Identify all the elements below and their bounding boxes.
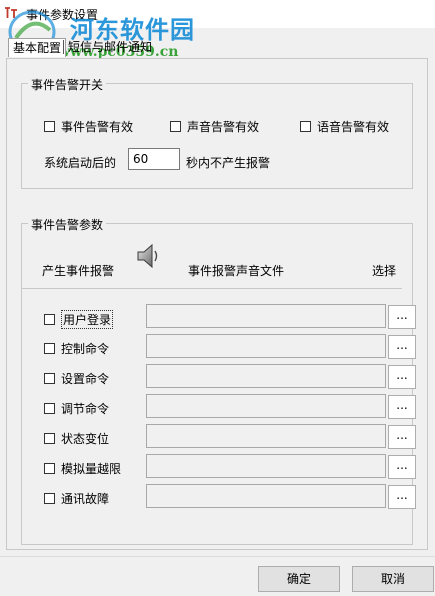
startup-suffix-label: 秒内不产生报警 xyxy=(186,156,271,170)
row-checkbox[interactable] xyxy=(44,373,55,384)
row-checkbox-wrap[interactable]: 状态变位 xyxy=(44,430,109,447)
alarm-switch-group-title: 事件告警开关 xyxy=(28,76,107,93)
row-label: 状态变位 xyxy=(61,432,110,446)
tab-separator xyxy=(63,40,64,54)
col-event-header: 产生事件报警 xyxy=(42,264,115,278)
row-checkbox-wrap[interactable]: 控制命令 xyxy=(44,340,109,357)
cancel-button[interactable]: 取消 xyxy=(352,566,434,592)
event-row-user-login: 用户登录 ... xyxy=(22,304,416,330)
row-checkbox[interactable] xyxy=(44,493,55,504)
row-checkbox-wrap[interactable]: 模拟量越限 xyxy=(44,460,121,477)
tab-sms-email[interactable]: 短信与邮件通知 xyxy=(66,38,168,56)
row-checkbox[interactable] xyxy=(44,314,55,325)
browse-button[interactable]: ... xyxy=(388,485,416,509)
alarm-switch-group: 事件告警开关 事件告警有效 声音告警有效 语音告警有效 系统启动后的 秒内不产生… xyxy=(21,76,413,189)
event-row-set-command: 设置命令 ... xyxy=(22,364,416,390)
event-row-comm-fault: 通讯故障 ... xyxy=(22,484,416,510)
sound-file-field[interactable] xyxy=(146,454,386,478)
event-alarm-checkbox[interactable] xyxy=(44,121,55,132)
row-label: 通讯故障 xyxy=(61,492,110,506)
browse-button[interactable]: ... xyxy=(388,455,416,479)
event-row-analog-limit: 模拟量越限 ... xyxy=(22,454,416,480)
voice-alarm-checkbox-row[interactable]: 语音告警有效 xyxy=(300,118,389,135)
event-row-control-command: 控制命令 ... xyxy=(22,334,416,360)
app-icon xyxy=(5,7,17,18)
sound-alarm-label: 声音告警有效 xyxy=(187,120,260,134)
event-row-state-change: 状态变位 ... xyxy=(22,424,416,450)
event-alarm-checkbox-row[interactable]: 事件告警有效 xyxy=(44,118,133,135)
sound-alarm-checkbox[interactable] xyxy=(170,121,181,132)
event-row-adjust-command: 调节命令 ... xyxy=(22,394,416,420)
startup-delay-input[interactable] xyxy=(128,148,180,170)
sound-file-field[interactable] xyxy=(146,304,386,328)
startup-prefix-label: 系统启动后的 xyxy=(44,156,117,170)
sound-file-field[interactable] xyxy=(146,424,386,448)
row-label: 用户登录 xyxy=(61,310,114,329)
row-checkbox-wrap[interactable]: 调节命令 xyxy=(44,400,109,417)
voice-alarm-checkbox[interactable] xyxy=(300,121,311,132)
header-divider xyxy=(22,288,402,289)
ok-button[interactable]: 确定 xyxy=(258,566,340,592)
footer-divider xyxy=(0,556,435,557)
row-checkbox-wrap[interactable]: 通讯故障 xyxy=(44,490,109,507)
voice-alarm-label: 语音告警有效 xyxy=(317,120,390,134)
sound-file-field[interactable] xyxy=(146,334,386,358)
browse-button[interactable]: ... xyxy=(388,425,416,449)
browse-button[interactable]: ... xyxy=(388,335,416,359)
sound-file-field[interactable] xyxy=(146,394,386,418)
title-bar: 事件参数设置 xyxy=(0,0,435,28)
row-checkbox[interactable] xyxy=(44,463,55,474)
event-alarm-label: 事件告警有效 xyxy=(61,120,134,134)
tab-panel: 事件告警开关 事件告警有效 声音告警有效 语音告警有效 系统启动后的 秒内不产生… xyxy=(6,58,428,550)
col-select-header: 选择 xyxy=(372,264,397,278)
col-file-header: 事件报警声音文件 xyxy=(188,264,285,278)
tab-basic-config-label: 基本配置 xyxy=(13,41,62,55)
row-checkbox[interactable] xyxy=(44,403,55,414)
window-title: 事件参数设置 xyxy=(26,8,99,22)
row-label: 模拟量越限 xyxy=(61,462,122,476)
row-label: 设置命令 xyxy=(61,372,110,386)
row-checkbox-wrap[interactable]: 设置命令 xyxy=(44,370,109,387)
tab-basic-config[interactable]: 基本配置 xyxy=(8,38,66,57)
alarm-params-group-title: 事件告警参数 xyxy=(28,216,107,233)
alarm-params-group: 事件告警参数 产生事件报警 事件报警声音文件 选择 用户登录 ... 控制命令 … xyxy=(21,216,416,545)
row-label: 调节命令 xyxy=(61,402,110,416)
row-label: 控制命令 xyxy=(61,342,110,356)
tab-sms-email-label: 短信与邮件通知 xyxy=(68,40,153,54)
speaker-icon xyxy=(137,243,158,269)
browse-button[interactable]: ... xyxy=(388,365,416,389)
sound-file-field[interactable] xyxy=(146,364,386,388)
row-checkbox[interactable] xyxy=(44,433,55,444)
browse-button[interactable]: ... xyxy=(388,395,416,419)
sound-file-field[interactable] xyxy=(146,484,386,508)
browse-button[interactable]: ... xyxy=(388,305,416,329)
row-checkbox[interactable] xyxy=(44,343,55,354)
row-checkbox-wrap[interactable]: 用户登录 xyxy=(44,310,114,329)
sound-alarm-checkbox-row[interactable]: 声音告警有效 xyxy=(170,118,259,135)
